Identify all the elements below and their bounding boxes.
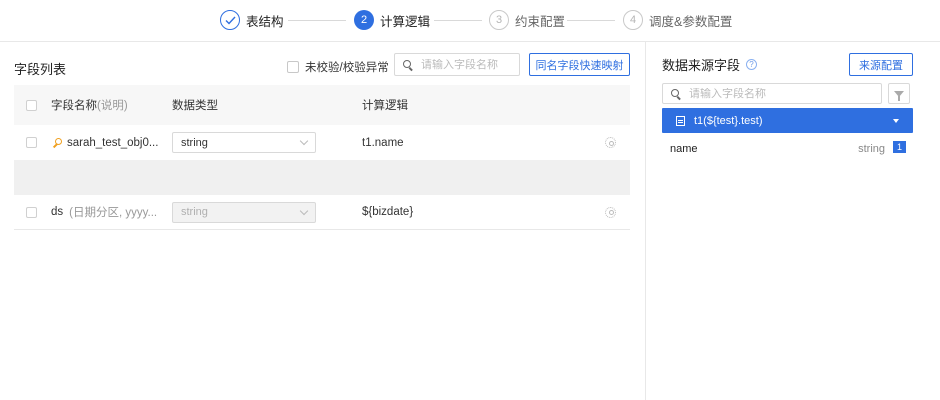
step-2[interactable]: 2 计算逻辑 [354,10,430,30]
step-connector [288,20,346,21]
caret-down-icon [893,119,899,123]
col-name-hint: (说明) [97,100,128,112]
step-4[interactable]: 4 调度&参数配置 [623,10,732,30]
filter-icon [894,90,904,101]
step-3[interactable]: 3 约束配置 [489,10,565,30]
usage-count-badge: 1 [893,141,906,153]
source-field-type: string [858,143,885,155]
field-list-panel: 字段列表 未校验/校验异常 同名字段快速映射 字段名称 (说明) 数据类型 计算… [0,42,646,400]
step-title: 约束配置 [515,14,566,29]
chevron-down-icon [299,136,309,146]
table-icon [676,115,685,126]
unverified-label: 未校验/校验异常 [305,62,389,74]
field-hint: (日期分区, yyyy... [69,207,158,219]
step-title: 表结构 [246,14,284,29]
table-row-spacer [14,160,630,195]
table-row: ds (日期分区, yyyy... string ${bizdate} [14,195,630,230]
logic-value[interactable]: t1.name [362,137,404,149]
col-name-header: 字段名称 [51,100,97,112]
field-search-input[interactable] [421,58,519,71]
steps-bar: 表结构 2 计算逻辑 3 约束配置 4 调度&参数配置 [0,0,940,42]
step-1[interactable]: 表结构 [220,10,284,30]
select-all-checkbox[interactable] [26,99,37,111]
row-checkbox[interactable] [26,137,37,148]
table-header: 字段名称 (说明) 数据类型 计算逻辑 [14,85,630,125]
step-connector [567,20,615,21]
step-number: 4 [623,10,643,30]
help-icon[interactable]: ? [746,59,758,70]
search-icon [403,59,413,70]
type-select: string [172,201,316,223]
source-config-button[interactable]: 来源配置 [849,53,913,76]
primary-key-icon [51,137,62,148]
field-name: ds [51,206,64,218]
source-fields-panel: 数据来源字段 ? 来源配置 t1(${test}.test) name stri… [647,42,940,400]
source-title-text: 数据来源字段 [662,58,741,73]
chevron-down-icon [299,206,309,215]
step-number: 3 [489,10,509,30]
step-title: 调度&参数配置 [649,14,733,29]
table-row: sarah_test_obj0... string t1.name [14,125,630,160]
step-number: 2 [354,10,374,30]
filter-button[interactable] [888,83,910,104]
panel-title: 字段列表 [14,62,67,77]
step-connector [434,20,482,21]
search-icon [671,88,681,99]
field-table: 字段名称 (说明) 数据类型 计算逻辑 sarah_test_obj0... s… [14,85,630,230]
source-search[interactable] [662,83,882,104]
row-checkbox[interactable] [26,206,37,218]
source-table-name: t1(${test}.test) [694,114,763,127]
source-field-item[interactable]: name string 1 [662,139,913,157]
type-select-value: string [181,206,208,218]
logic-value[interactable]: ${bizdate} [362,206,413,218]
gear-icon[interactable] [605,206,616,218]
source-field-name: name [670,143,698,155]
unverified-filter[interactable]: 未校验/校验异常 [287,59,389,75]
field-name: sarah_test_obj0... [67,136,159,149]
check-icon [220,10,240,30]
source-search-input[interactable] [689,87,881,100]
step-title: 计算逻辑 [380,14,431,29]
field-search[interactable] [394,53,520,76]
same-name-map-button[interactable]: 同名字段快速映射 [529,53,630,76]
col-type-header: 数据类型 [172,100,218,112]
source-panel-title: 数据来源字段 ? [662,55,758,74]
type-select[interactable]: string [172,132,316,153]
source-table-selector[interactable]: t1(${test}.test) [662,108,913,133]
col-logic-header: 计算逻辑 [362,100,408,112]
gear-icon[interactable] [605,137,616,148]
unverified-checkbox[interactable] [287,61,299,73]
type-select-value: string [181,136,208,149]
